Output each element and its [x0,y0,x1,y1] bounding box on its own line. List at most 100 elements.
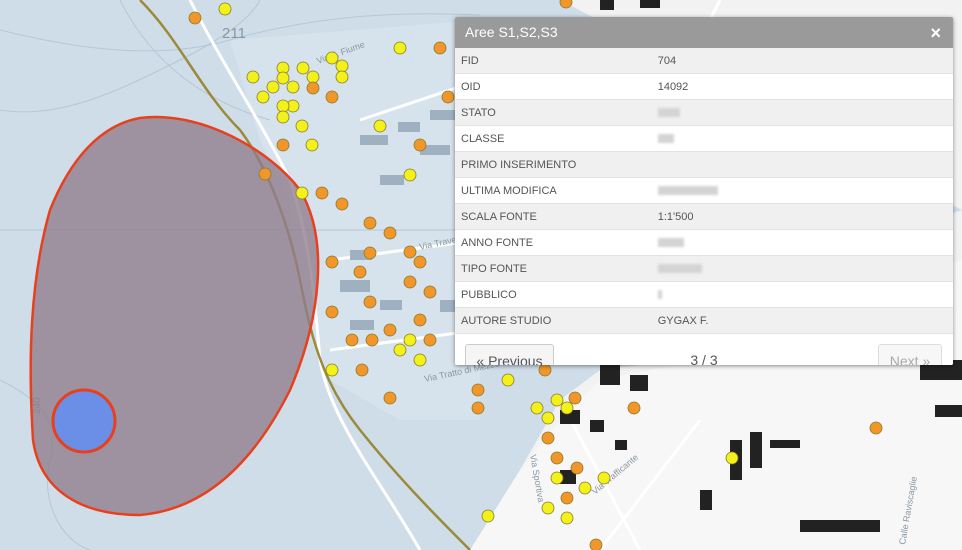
attribute-value: 704 [651,48,953,74]
yellow-point-marker[interactable] [501,373,515,387]
orange-point-marker[interactable] [441,90,455,104]
yellow-point-marker[interactable] [597,471,611,485]
attribute-key: PRIMO INSERIMENTO [455,151,652,178]
yellow-point-marker[interactable] [305,138,319,152]
orange-point-marker[interactable] [258,167,272,181]
redacted-value [657,238,684,248]
orange-point-marker[interactable] [413,138,427,152]
orange-point-marker[interactable] [325,90,339,104]
selected-point-circle[interactable] [51,388,117,454]
orange-point-marker[interactable] [559,0,573,9]
orange-point-marker[interactable] [560,491,574,505]
popup-footer: 3 / 3 « Previous Next » [455,338,953,365]
orange-point-marker[interactable] [471,383,485,397]
yellow-point-marker[interactable] [530,401,544,415]
yellow-point-marker[interactable] [578,481,592,495]
attribute-value [651,255,953,282]
popup-header: Aree S1,S2,S3 × [455,17,953,48]
orange-point-marker[interactable] [423,285,437,299]
yellow-point-marker[interactable] [550,471,564,485]
orange-point-marker[interactable] [355,363,369,377]
yellow-point-marker[interactable] [218,2,232,16]
attribute-table-container[interactable]: FID 704 OID 14092 STATO CLASSE PRIMO INSERIMEN… [455,48,953,338]
yellow-point-marker[interactable] [295,186,309,200]
attribute-row: STATO [455,99,953,126]
redacted-value [657,134,674,144]
orange-point-marker[interactable] [383,323,397,337]
yellow-point-marker[interactable] [403,168,417,182]
attribute-row: ULTIMA MODIFICA [455,177,953,204]
yellow-point-marker[interactable] [403,333,417,347]
orange-point-marker[interactable] [363,246,377,260]
previous-button[interactable]: « Previous [465,344,554,365]
yellow-point-marker[interactable] [325,363,339,377]
yellow-point-marker[interactable] [286,80,300,94]
close-icon[interactable]: × [930,17,941,50]
orange-point-marker[interactable] [403,245,417,259]
yellow-point-marker[interactable] [246,70,260,84]
orange-point-marker[interactable] [325,305,339,319]
attribute-value [651,177,953,204]
yellow-point-marker[interactable] [725,451,739,465]
attribute-key: TIPO FONTE [455,255,652,282]
yellow-point-marker[interactable] [560,511,574,525]
yellow-point-marker[interactable] [481,509,495,523]
yellow-point-marker[interactable] [541,501,555,515]
yellow-point-marker[interactable] [335,70,349,84]
orange-point-marker[interactable] [188,11,202,25]
orange-point-marker[interactable] [538,363,552,377]
yellow-point-marker[interactable] [295,119,309,133]
orange-point-marker[interactable] [627,401,641,415]
orange-point-marker[interactable] [345,333,359,347]
orange-point-marker[interactable] [471,401,485,415]
yellow-point-marker[interactable] [306,70,320,84]
orange-point-marker[interactable] [353,265,367,279]
attribute-value: 1:1'500 [651,203,953,230]
orange-point-marker[interactable] [413,313,427,327]
orange-point-marker[interactable] [423,333,437,347]
orange-point-marker[interactable] [325,255,339,269]
attribute-key: ULTIMA MODIFICA [455,177,652,204]
orange-point-marker[interactable] [276,138,290,152]
orange-point-marker[interactable] [365,333,379,347]
yellow-point-marker[interactable] [335,59,349,73]
attribute-key: STATO [455,99,652,126]
yellow-point-marker[interactable] [276,110,290,124]
yellow-point-marker[interactable] [256,90,270,104]
map-label-elevation: 211 [222,25,246,42]
yellow-point-marker[interactable] [266,80,280,94]
orange-point-marker[interactable] [315,186,329,200]
orange-point-marker[interactable] [433,41,447,55]
yellow-point-marker[interactable] [393,41,407,55]
attribute-value [651,125,953,152]
feature-info-popup: Aree S1,S2,S3 × FID 704 OID 14092 STATO CLASS… [455,17,953,365]
yellow-point-marker[interactable] [373,119,387,133]
orange-point-marker[interactable] [568,391,582,405]
yellow-point-marker[interactable] [296,61,310,75]
orange-point-marker[interactable] [541,431,555,445]
orange-point-marker[interactable] [383,391,397,405]
yellow-point-marker[interactable] [325,51,339,65]
yellow-point-marker[interactable] [541,411,555,425]
yellow-point-marker[interactable] [393,343,407,357]
orange-point-marker[interactable] [403,275,417,289]
yellow-point-marker[interactable] [413,353,427,367]
orange-point-marker[interactable] [869,421,883,435]
orange-point-marker[interactable] [550,451,564,465]
orange-point-marker[interactable] [589,538,603,550]
yellow-point-marker[interactable] [276,71,290,85]
yellow-point-marker[interactable] [560,401,574,415]
orange-point-marker[interactable] [413,255,427,269]
orange-point-marker[interactable] [306,81,320,95]
yellow-point-marker[interactable] [550,393,564,407]
attribute-key: CLASSE [455,125,652,152]
attribute-row: OID 14092 [455,73,953,100]
orange-point-marker[interactable] [383,226,397,240]
orange-point-marker[interactable] [570,461,584,475]
popup-title: Aree S1,S2,S3 [465,24,558,40]
orange-point-marker[interactable] [335,197,349,211]
yellow-point-marker[interactable] [276,99,290,113]
orange-point-marker[interactable] [363,295,377,309]
next-button[interactable]: Next » [878,344,942,365]
orange-point-marker[interactable] [363,216,377,230]
